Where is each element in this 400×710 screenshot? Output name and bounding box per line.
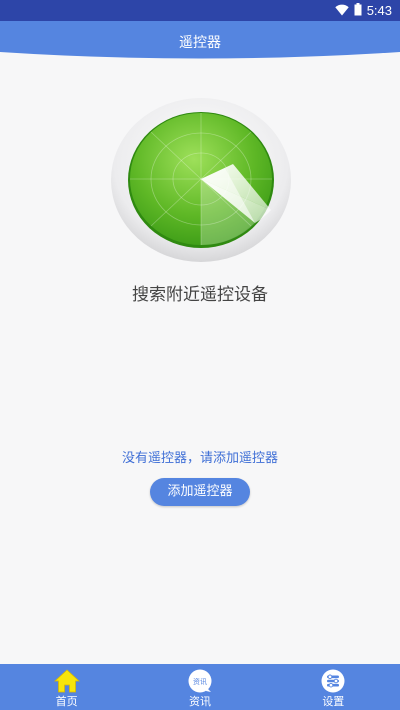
battery-icon: [354, 1, 362, 20]
tab-home[interactable]: 首页: [0, 664, 133, 710]
tab-news[interactable]: 资讯 资讯: [133, 664, 266, 710]
settings-icon: [320, 668, 346, 694]
tab-settings[interactable]: 设置: [267, 664, 400, 710]
svg-text:资讯: 资讯: [193, 677, 207, 686]
tab-settings-label: 设置: [322, 695, 345, 708]
status-icons: 5:43: [334, 1, 392, 20]
tab-news-label: 资讯: [188, 695, 211, 708]
title-bar: 遥控器: [0, 21, 400, 65]
add-remote-button[interactable]: 添加遥控器: [150, 478, 250, 506]
status-bar: 5:43: [0, 0, 400, 21]
empty-state-message: 没有遥控器，请添加遥控器: [121, 451, 278, 466]
home-icon: [53, 668, 80, 694]
status-time: 5:43: [366, 3, 392, 18]
news-icon: 资讯: [187, 668, 213, 694]
radar-scanner: [111, 98, 291, 262]
wifi-icon: [334, 1, 349, 20]
page-title: 遥控器: [179, 35, 221, 51]
tab-home-label: 首页: [55, 695, 78, 708]
bottom-tab-bar: 首页 资讯 资讯 设置: [0, 664, 400, 710]
radar-icon: [111, 98, 291, 262]
search-status-text: 搜索附近遥控设备: [132, 285, 268, 305]
